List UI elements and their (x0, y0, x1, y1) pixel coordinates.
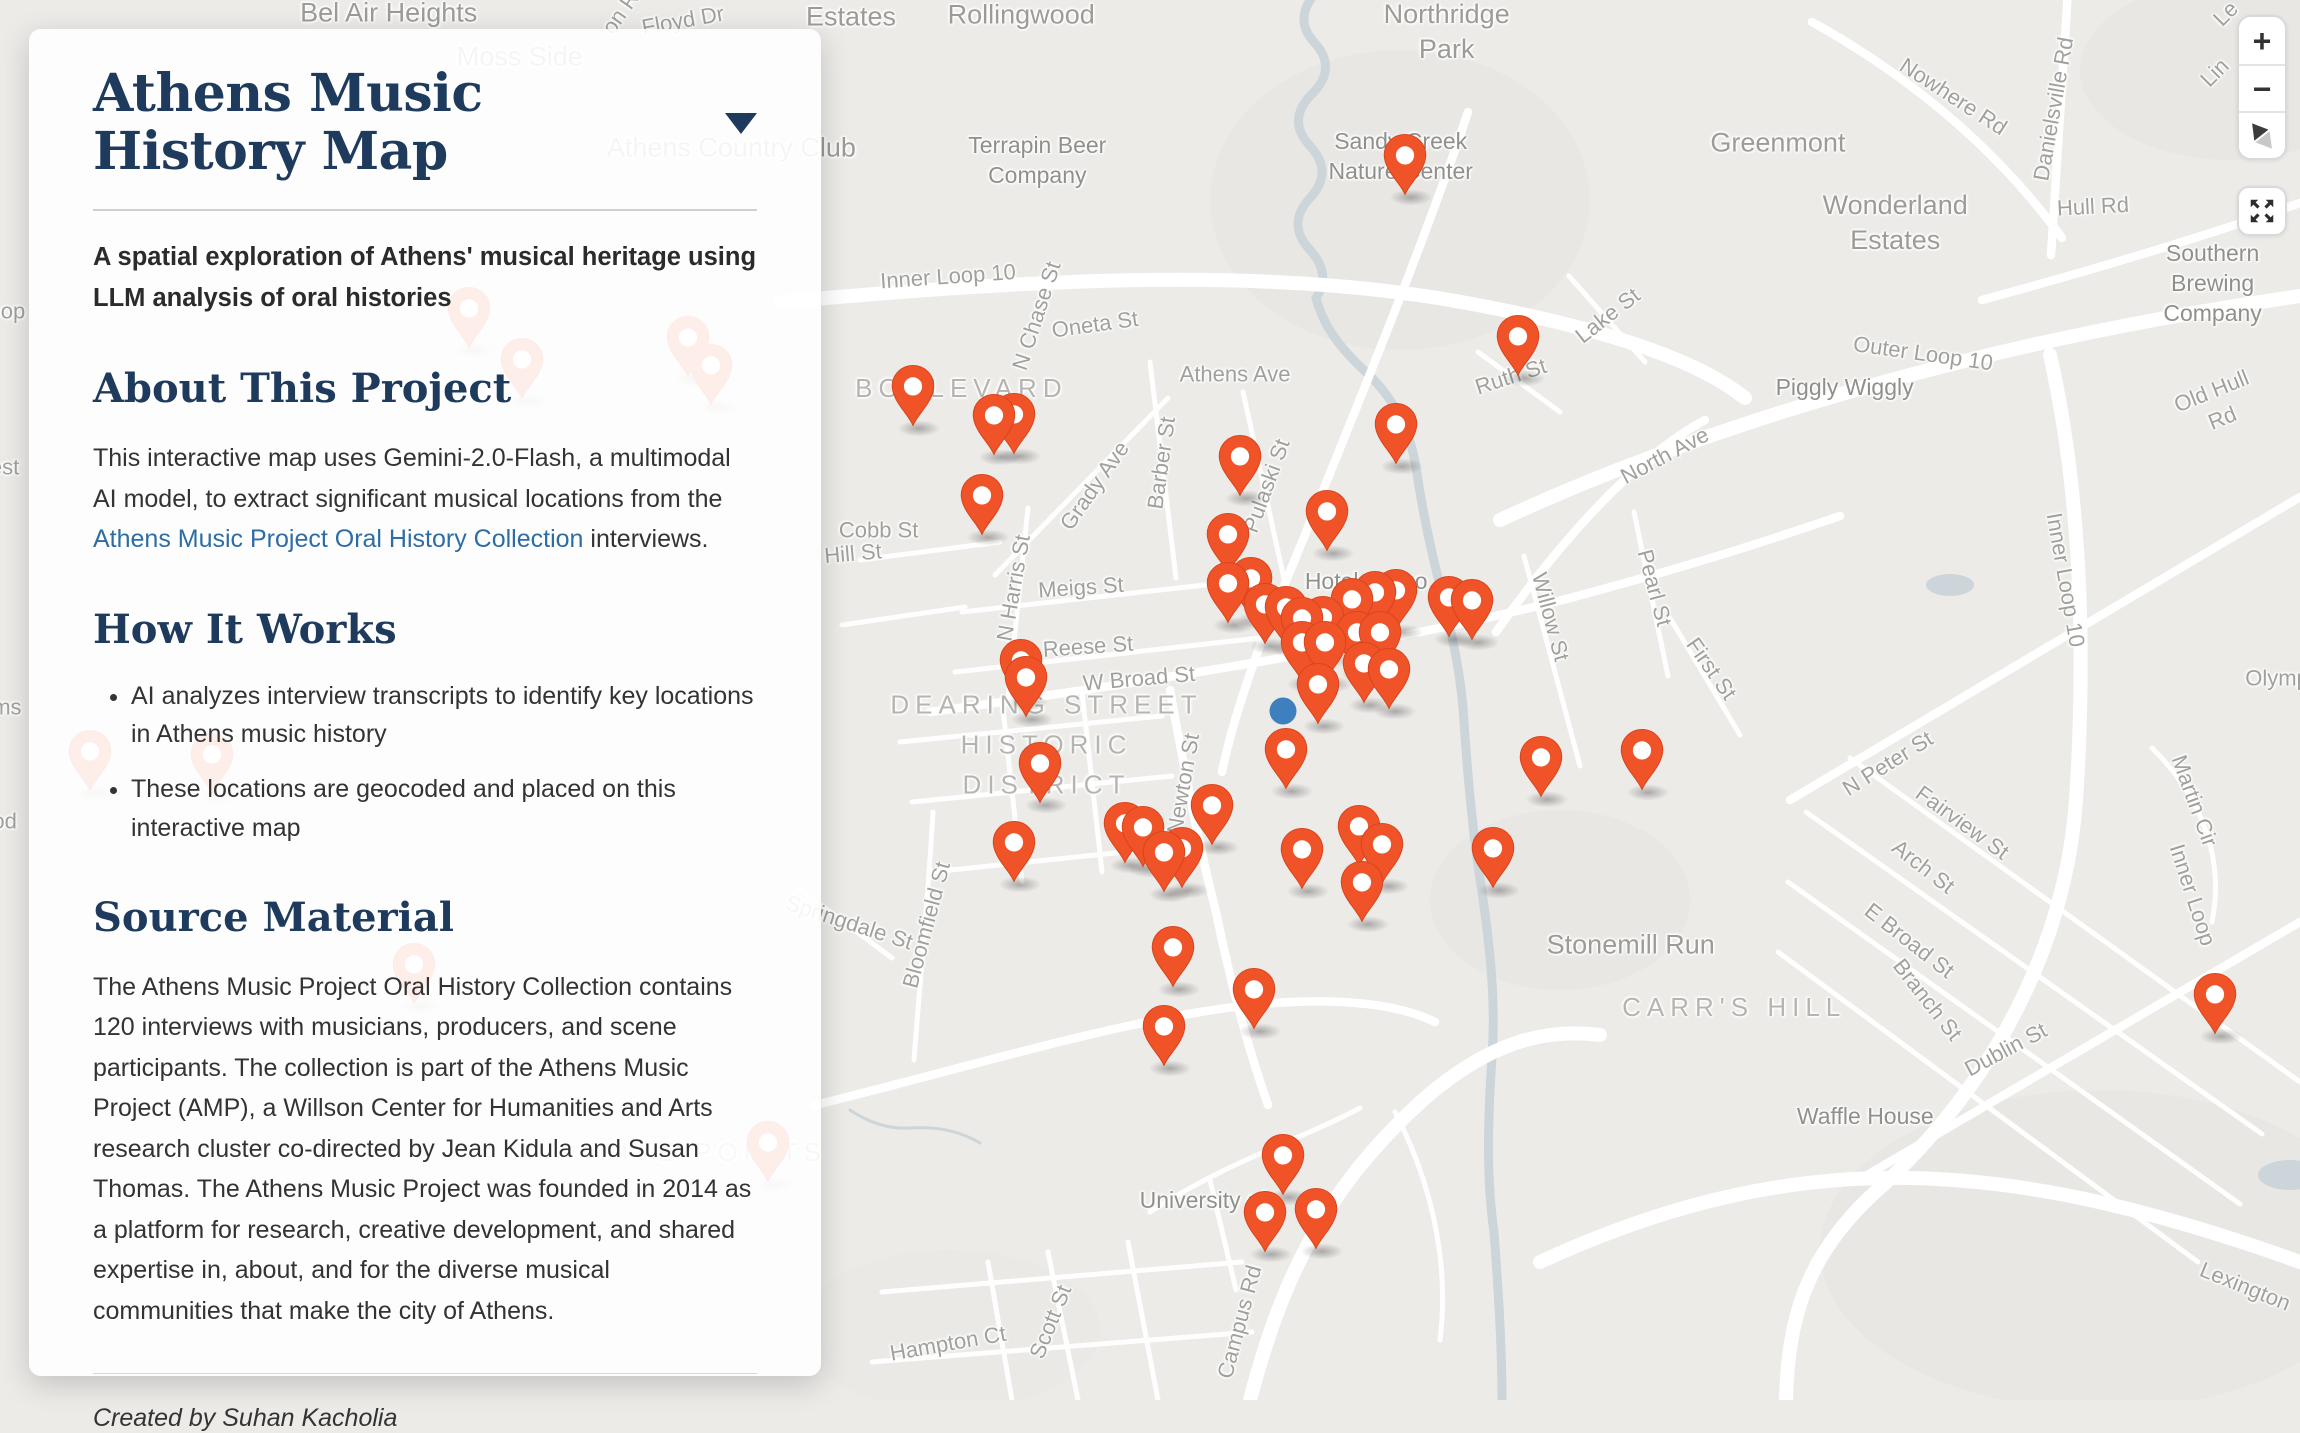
zoom-control-group: + − (2237, 15, 2287, 160)
map-pin[interactable] (1290, 1187, 1342, 1253)
zoom-out-button[interactable]: − (2239, 64, 2285, 111)
map-pin[interactable] (956, 473, 1008, 539)
map-pin[interactable] (1292, 662, 1344, 728)
map-pin[interactable] (1138, 830, 1190, 896)
map-pin[interactable] (1000, 655, 1052, 721)
fullscreen-button[interactable] (2237, 186, 2287, 236)
map-pin[interactable] (1228, 967, 1280, 1033)
divider (93, 209, 757, 211)
how-heading: How It Works (93, 606, 757, 653)
map-pin[interactable] (1336, 859, 1388, 925)
map-pin[interactable] (1446, 578, 1498, 644)
source-paragraph: The Athens Music Project Oral History Co… (93, 967, 757, 1332)
map-pin[interactable] (1492, 313, 1544, 379)
zoom-in-button[interactable]: + (2239, 17, 2285, 64)
about-text-before: This interactive map uses Gemini-2.0-Fla… (93, 444, 731, 513)
how-bullet-list: AI analyzes interview transcripts to ide… (93, 677, 757, 848)
user-location-dot (1270, 698, 1297, 725)
map-pin[interactable] (1239, 1190, 1291, 1256)
compass-needle-icon (2245, 117, 2279, 153)
credit-line: Created by Suhan Kacholia (93, 1404, 757, 1433)
about-text-after: interviews. (583, 525, 708, 553)
how-bullet: AI analyzes interview transcripts to ide… (131, 677, 757, 755)
map-controls: + − (2237, 15, 2287, 236)
panel-collapse-caret-icon[interactable] (725, 113, 757, 134)
map-pin[interactable] (1301, 488, 1353, 554)
map-pin[interactable] (1467, 826, 1519, 892)
map-pin[interactable] (988, 820, 1040, 886)
map-pin[interactable] (1214, 434, 1266, 500)
map-pin[interactable] (887, 364, 939, 430)
minus-icon: − (2253, 73, 2272, 105)
info-panel: Athens Music History Map A spatial explo… (29, 29, 821, 1376)
map-pin[interactable] (1276, 827, 1328, 893)
map-pin[interactable] (1138, 1004, 1190, 1070)
map-pin[interactable] (1616, 728, 1668, 794)
map-pin[interactable] (2189, 971, 2241, 1037)
how-bullet: These locations are geocoded and placed … (131, 770, 757, 848)
oral-history-collection-link[interactable]: Athens Music Project Oral History Collec… (93, 525, 583, 553)
map-pin[interactable] (1379, 133, 1431, 199)
map-pin[interactable] (968, 393, 1020, 459)
about-paragraph: This interactive map uses Gemini-2.0-Fla… (93, 438, 757, 560)
map-pin[interactable] (1363, 647, 1415, 713)
expand-arrows-icon (2247, 196, 2277, 226)
map-pin[interactable] (1515, 735, 1567, 801)
map-pin[interactable] (1147, 925, 1199, 991)
map-pin[interactable] (1260, 726, 1312, 792)
page-title: Athens Music History Map (93, 65, 695, 181)
panel-subtitle: A spatial exploration of Athens' musical… (93, 237, 757, 319)
plus-icon: + (2253, 25, 2272, 57)
divider (93, 1373, 757, 1374)
source-heading: Source Material (93, 894, 757, 941)
compass-button[interactable] (2239, 111, 2285, 158)
map-pin[interactable] (1370, 402, 1422, 468)
map-pin[interactable] (1014, 740, 1066, 806)
about-heading: About This Project (93, 365, 757, 412)
